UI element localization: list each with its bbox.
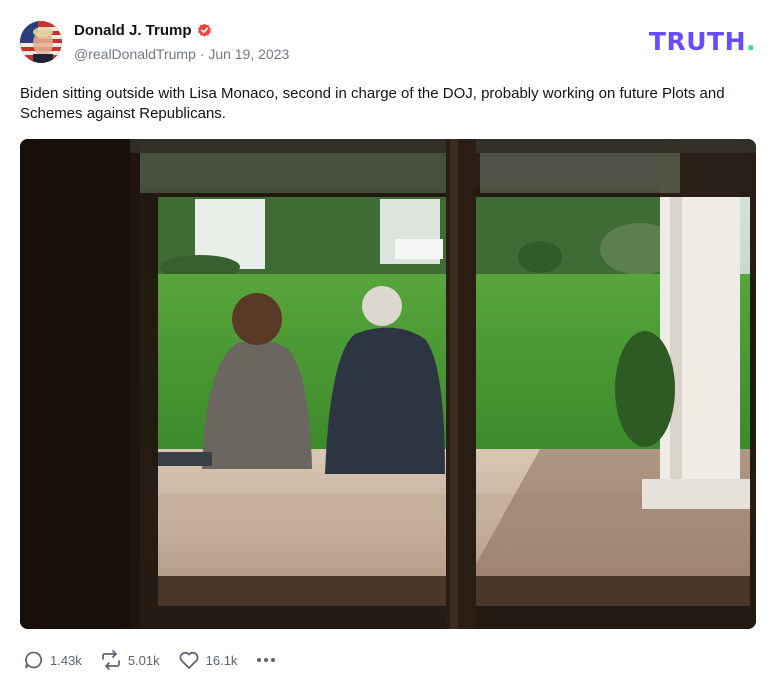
meta-separator: · — [199, 46, 205, 62]
reply-icon — [24, 650, 44, 670]
post-meta: @realDonaldTrump · Jun 19, 2023 — [74, 46, 289, 62]
like-icon — [178, 650, 200, 670]
retruth-button[interactable]: 5.01k — [100, 650, 160, 670]
post-text: Biden sitting outside with Lisa Monaco, … — [20, 85, 725, 122]
like-button[interactable]: 16.1k — [178, 650, 238, 670]
post-actions: 1.43k 5.01k 16.1k — [24, 650, 277, 670]
reply-count: 1.43k — [50, 652, 82, 668]
truth-post-card: Donald J. Trump @realDonaldTrump · Jun 1… — [0, 0, 777, 691]
post-date[interactable]: Jun 19, 2023 — [208, 46, 289, 62]
like-count: 16.1k — [205, 652, 238, 668]
author-handle[interactable]: @realDonaldTrump — [74, 46, 196, 62]
author-avatar[interactable] — [20, 21, 62, 63]
author-name-row[interactable]: Donald J. Trump — [74, 22, 212, 39]
retruth-count: 5.01k — [127, 652, 160, 668]
logo-dot: . — [746, 27, 756, 56]
reply-button[interactable]: 1.43k — [24, 650, 82, 670]
truth-logo[interactable]: TRUTH. — [649, 29, 756, 54]
author-name[interactable]: Donald J. Trump — [74, 22, 192, 39]
logo-text: TRUTH — [648, 27, 746, 56]
post-photo[interactable] — [20, 139, 756, 629]
verified-badge-icon — [197, 23, 212, 38]
retruth-icon — [100, 650, 122, 670]
more-icon[interactable] — [255, 654, 277, 666]
